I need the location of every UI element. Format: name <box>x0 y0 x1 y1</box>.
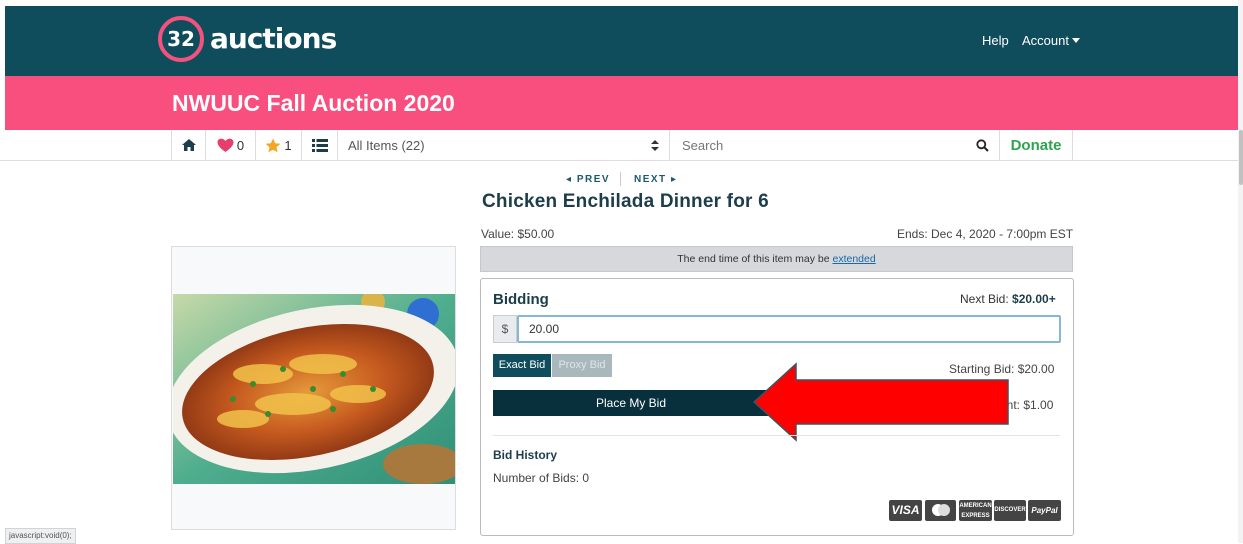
item-photo[interactable] <box>173 294 455 484</box>
heart-icon <box>217 138 234 152</box>
browser-status-bar: javascript:void(0); <box>5 528 76 544</box>
exact-bid-tab[interactable]: Exact Bid <box>493 354 551 377</box>
item-title: Chicken Enchilada Dinner for 6 <box>482 191 769 212</box>
category-select[interactable]: All Items (22) <box>337 130 669 160</box>
paypal-logo: PayPal <box>1028 500 1061 521</box>
search-input[interactable] <box>680 136 944 154</box>
caret-down-icon <box>1071 38 1080 43</box>
discover-logo: DISCOVER <box>994 500 1026 521</box>
caret-right-icon: ▸ <box>666 174 678 185</box>
watchlist-button[interactable]: 1 <box>255 130 301 160</box>
home-icon <box>181 139 196 151</box>
logo-text[interactable]: auctions <box>210 22 337 55</box>
account-label: Account <box>1022 33 1069 48</box>
mastercard-circles-icon <box>931 504 950 516</box>
visa-logo: VISA <box>889 500 922 521</box>
next-label: NEXT <box>634 174 667 185</box>
event-title: NWUUC Fall Auction 2020 <box>172 90 455 116</box>
favorites-button[interactable]: 0 <box>205 130 255 160</box>
list-icon <box>311 138 328 152</box>
account-menu[interactable]: Account <box>1022 33 1080 48</box>
star-icon <box>265 138 281 152</box>
proxy-bid-tab[interactable]: Proxy Bid <box>552 354 612 377</box>
extended-notice: The end time of this item may be extende… <box>480 246 1073 272</box>
red-arrow-annotation <box>752 362 1009 442</box>
prev-label: PREV <box>576 174 611 185</box>
next-bid-label: Next Bid: <box>960 292 1013 306</box>
place-bid-button[interactable]: Place My Bid <box>493 390 769 416</box>
next-bid-value: $20.00+ <box>1012 292 1056 306</box>
number-of-bids: Number of Bids: 0 <box>493 471 590 485</box>
item-toolbar: 0 1 All Items (22) Donate <box>0 130 1240 161</box>
extended-link[interactable]: extended <box>833 253 876 265</box>
favorites-count: 0 <box>236 137 245 153</box>
item-end-time: Ends: Dec 4, 2020 - 7:00pm EST <box>897 227 1074 241</box>
scrollbar-thumb[interactable] <box>1239 130 1243 185</box>
home-button[interactable] <box>171 130 205 160</box>
bid-history-heading: Bid History <box>493 448 558 462</box>
amex-logo: AMERICAN EXPRESS <box>959 500 992 521</box>
donate-button[interactable]: Donate <box>999 130 1073 160</box>
bid-amount-input[interactable] <box>517 315 1061 343</box>
prev-item-link[interactable]: ◂ PREV <box>566 174 610 185</box>
logo-badge[interactable]: 32 <box>158 16 204 62</box>
item-value: Value: $50.00 <box>481 227 555 241</box>
currency-addon: $ <box>493 315 517 343</box>
help-link[interactable]: Help <box>982 33 1009 48</box>
updown-caret-icon <box>651 139 659 151</box>
notice-text: The end time of this item may be <box>677 253 833 265</box>
search-box[interactable] <box>669 130 999 160</box>
starred-count: 1 <box>284 137 292 153</box>
nav-divider <box>620 172 621 186</box>
logo-number: 32 <box>167 27 195 51</box>
list-view-button[interactable] <box>301 130 337 160</box>
search-icon[interactable] <box>976 138 989 152</box>
category-selected: All Items (22) <box>348 137 425 153</box>
next-item-link[interactable]: NEXT ▸ <box>634 174 677 185</box>
bidding-heading: Bidding <box>493 291 549 308</box>
scrollbar-track[interactable] <box>1238 0 1243 543</box>
panel-divider <box>493 435 1060 436</box>
mastercard-logo <box>925 500 956 521</box>
caret-left-icon: ◂ <box>566 174 577 185</box>
next-bid: Next Bid: $20.00+ <box>960 292 1056 306</box>
